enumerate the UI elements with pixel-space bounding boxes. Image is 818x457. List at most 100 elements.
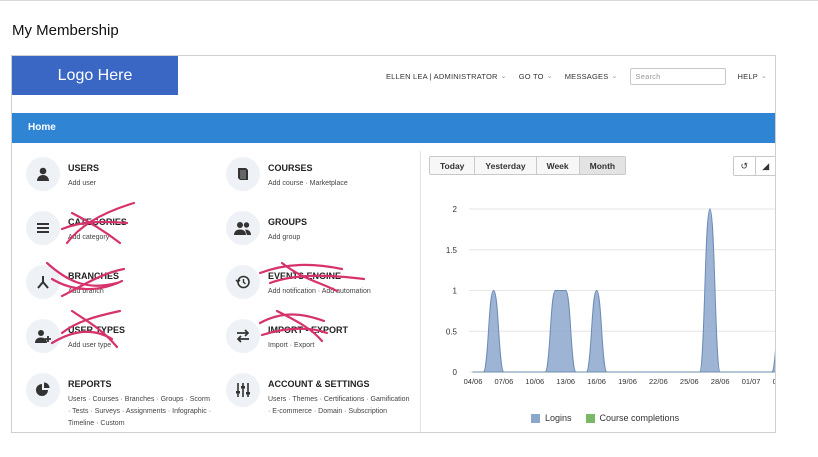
x-tick-label: 28/06 xyxy=(711,377,730,386)
book-icon xyxy=(226,157,260,191)
chart-legend: Logins Course completions xyxy=(531,413,679,423)
data-point-course-completions xyxy=(554,371,556,373)
data-point-course-completions xyxy=(513,371,515,373)
x-tick-label: 13/06 xyxy=(556,377,575,386)
menu-item-events-engine[interactable]: EVENTS ENGINE Add notification · Add aut… xyxy=(216,263,411,313)
x-tick-label: 22/06 xyxy=(649,377,668,386)
menu-item-links[interactable]: Import · Export xyxy=(268,340,413,352)
chevron-down-icon: ⌄ xyxy=(611,73,618,80)
messages-menu-label: MESSAGES xyxy=(564,71,609,81)
menu-item-links[interactable]: Users · Themes · Certifications · Gamifi… xyxy=(268,394,413,418)
tab-month[interactable]: Month xyxy=(579,157,626,174)
tab-yesterday[interactable]: Yesterday xyxy=(475,157,537,174)
logo[interactable]: Logo Here xyxy=(12,56,178,95)
menu-item-links[interactable]: Add course · Marketplace xyxy=(268,178,413,190)
menu-item-title: USERS xyxy=(68,163,100,173)
activity-chart-panel: Today Yesterday Week Month ↺ ◢ 0 0.5 1 1.5 2… xyxy=(421,151,776,432)
menu-item-links[interactable]: Add notification · Add automation xyxy=(268,286,413,298)
menu-item-import-export[interactable]: IMPORT - EXPORT Import · Export xyxy=(216,317,411,367)
menu-item-groups[interactable]: GROUPS Add group xyxy=(216,209,411,259)
menu-item-branches[interactable]: BRANCHES Add branch xyxy=(16,263,211,313)
history-icon[interactable]: ↺ xyxy=(734,157,756,175)
user-icon xyxy=(26,157,60,191)
data-point-course-completions xyxy=(740,371,742,373)
data-point-course-completions xyxy=(750,371,752,373)
goto-menu[interactable]: GO TO ⌄ xyxy=(519,72,553,81)
legend-swatch xyxy=(531,413,540,423)
data-point-course-completions xyxy=(503,371,505,373)
chevron-down-icon: ⌄ xyxy=(546,73,553,80)
legend-item-course-completions[interactable]: Course completions xyxy=(585,413,680,423)
menu-item-links[interactable]: Add branch xyxy=(68,286,213,298)
user-menu[interactable]: ELLEN LEA | ADMINISTRATOR ⌄ xyxy=(386,72,507,81)
data-point-logins xyxy=(709,208,711,210)
data-point-course-completions xyxy=(544,371,546,373)
home-bar: Home xyxy=(12,113,775,143)
data-point-course-completions xyxy=(585,371,587,373)
home-link[interactable]: Home xyxy=(28,122,56,133)
page-title: My Membership xyxy=(12,22,119,39)
sliders-icon xyxy=(226,373,260,407)
data-point-logins xyxy=(554,289,556,292)
data-point-course-completions xyxy=(534,371,536,373)
menu-item-title: CATEGORIES xyxy=(68,217,127,227)
add-user-icon xyxy=(26,319,60,353)
menu-item-title: COURSES xyxy=(268,163,313,173)
y-tick-label: 0.5 xyxy=(446,327,458,336)
menu-item-title: BRANCHES xyxy=(68,271,120,281)
data-point-logins xyxy=(596,289,598,292)
data-point-course-completions xyxy=(493,371,495,373)
data-point-course-completions xyxy=(472,371,474,373)
menu-item-categories[interactable]: CATEGORIES Add category xyxy=(16,209,211,259)
data-point-course-completions xyxy=(606,371,608,373)
x-tick-label: 04/07 xyxy=(773,377,776,386)
x-tick-label: 01/07 xyxy=(742,377,761,386)
data-point-course-completions xyxy=(719,371,721,373)
screenshot-frame: Logo Here ELLEN LEA | ADMINISTRATOR ⌄ GO … xyxy=(11,55,776,433)
menu-item-title: USER TYPES xyxy=(68,325,126,335)
x-tick-label: 16/06 xyxy=(587,377,606,386)
data-point-course-completions xyxy=(668,371,670,373)
menu-item-links[interactable]: Add user type xyxy=(68,340,213,352)
data-point-course-completions xyxy=(616,371,618,373)
data-point-course-completions xyxy=(596,371,598,373)
search-input[interactable]: Search xyxy=(629,67,726,85)
x-tick-label: 25/06 xyxy=(680,377,699,386)
menu-item-account-settings[interactable]: ACCOUNT & SETTINGS Users · Themes · Cert… xyxy=(216,371,411,431)
menu-item-title: EVENTS ENGINE xyxy=(268,271,342,281)
menu-item-courses[interactable]: COURSES Add course · Marketplace xyxy=(216,155,411,205)
data-point-course-completions xyxy=(678,371,680,373)
menu-item-title: IMPORT - EXPORT xyxy=(268,325,349,335)
y-tick-label: 2 xyxy=(453,205,458,214)
tab-week[interactable]: Week xyxy=(536,157,580,174)
y-tick-label: 1.5 xyxy=(446,246,458,255)
branch-icon xyxy=(26,265,60,299)
group-icon xyxy=(226,211,260,245)
admin-menu-panel: USERS Add user COURSES Add course · Mark… xyxy=(12,151,420,432)
legend-label: Logins xyxy=(545,413,572,423)
data-point-course-completions xyxy=(626,371,629,373)
chart-icon[interactable]: ◢ xyxy=(756,157,776,175)
x-tick-label: 07/06 xyxy=(495,377,514,386)
data-point-course-completions xyxy=(729,371,732,373)
menu-item-users[interactable]: USERS Add user xyxy=(16,155,211,205)
help-menu[interactable]: HELP ⌄ xyxy=(738,72,767,81)
menu-item-links[interactable]: Users · Courses · Branches · Groups · Sc… xyxy=(68,394,213,430)
menu-item-links[interactable]: Add user xyxy=(68,178,213,190)
data-point-course-completions xyxy=(688,371,690,373)
tab-today[interactable]: Today xyxy=(430,157,476,174)
menu-item-title: REPORTS xyxy=(68,379,112,389)
data-point-course-completions xyxy=(647,371,649,373)
legend-label: Course completions xyxy=(599,413,680,423)
messages-menu[interactable]: MESSAGES ⌄ xyxy=(565,72,618,81)
chevron-down-icon: ⌄ xyxy=(760,73,767,80)
data-point-course-completions xyxy=(575,371,577,373)
menu-item-links[interactable]: Add category xyxy=(68,232,213,244)
legend-item-logins[interactable]: Logins xyxy=(531,413,572,423)
data-point-logins xyxy=(493,289,495,292)
data-point-course-completions xyxy=(565,371,567,373)
menu-item-user-types[interactable]: USER TYPES Add user type xyxy=(16,317,211,367)
menu-item-reports[interactable]: REPORTS Users · Courses · Branches · Gro… xyxy=(16,371,211,431)
period-tabs: Today Yesterday Week Month xyxy=(429,156,627,175)
menu-item-links[interactable]: Add group xyxy=(268,232,413,244)
